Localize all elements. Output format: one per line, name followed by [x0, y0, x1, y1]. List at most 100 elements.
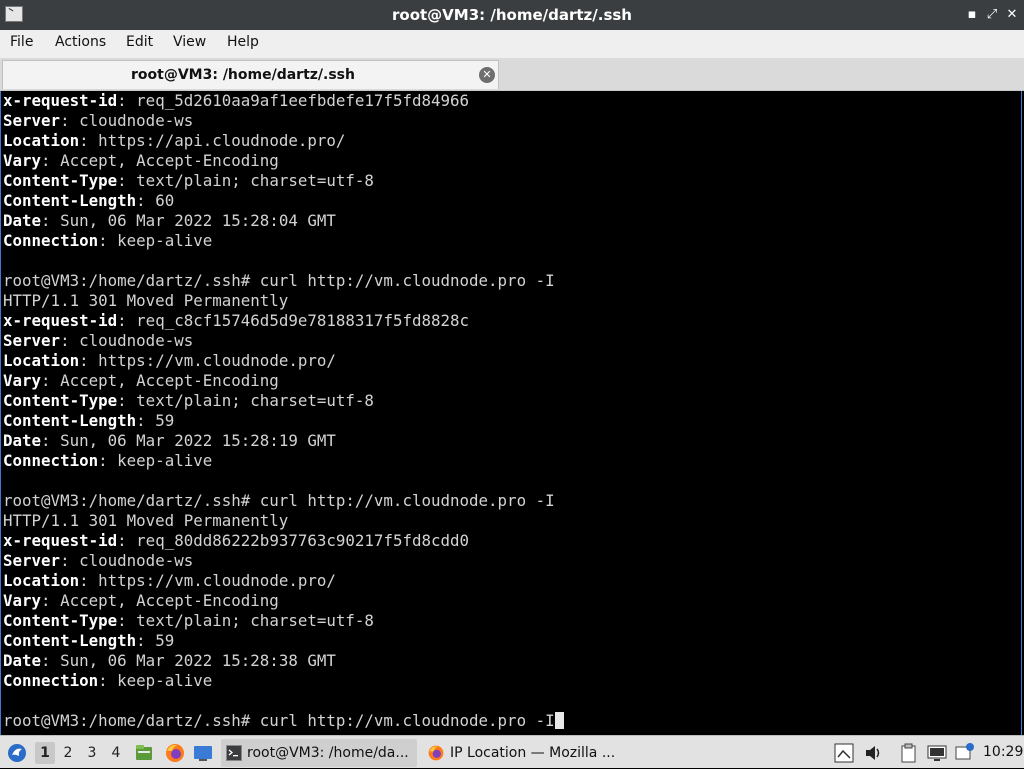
- workspace-2[interactable]: 2: [58, 742, 78, 764]
- terminal-line: Server: cloudnode-ws: [3, 551, 193, 571]
- maximize-button[interactable]: ⤢: [984, 7, 1000, 23]
- file-manager-icon[interactable]: [134, 743, 154, 763]
- terminal-line: Vary: Accept, Accept-Encoding: [3, 371, 279, 391]
- header-key: Connection: [3, 231, 99, 250]
- header-value: Sun, 06 Mar 2022 15:28:19 GMT: [60, 431, 336, 450]
- header-key: Content-Length: [3, 191, 137, 210]
- header-key: Vary: [3, 371, 42, 390]
- header-key: Vary: [3, 151, 42, 170]
- terminal-line: Location: https://vm.cloudnode.pro/: [3, 571, 336, 591]
- menu-bar: File Actions Edit View Help: [0, 30, 1024, 58]
- header-key: x-request-id: [3, 91, 118, 110]
- close-button[interactable]: ✕: [1004, 7, 1020, 23]
- header-separator: :: [117, 391, 137, 410]
- header-value: cloudnode-ws: [79, 111, 194, 130]
- header-value: 60: [155, 191, 175, 210]
- header-separator: :: [79, 131, 99, 150]
- terminal-line: x-request-id: req_80dd86222b937763c90217…: [3, 531, 469, 551]
- terminal-line: Vary: Accept, Accept-Encoding: [3, 591, 279, 611]
- tab-close-icon[interactable]: ✕: [479, 67, 495, 83]
- header-separator: :: [41, 651, 61, 670]
- header-separator: :: [41, 151, 61, 170]
- taskbar: 1 2 3 4 root@VM3: /home/da... IP Locatio…: [0, 735, 1024, 768]
- menu-view[interactable]: View: [173, 34, 206, 50]
- menu-actions[interactable]: Actions: [55, 34, 106, 50]
- terminal-line: Server: cloudnode-ws: [3, 111, 193, 131]
- header-separator: :: [117, 171, 137, 190]
- update-notifier-icon[interactable]: [955, 742, 975, 762]
- task-firefox[interactable]: IP Location — Mozilla ...: [422, 739, 622, 767]
- header-value: req_5d2610aa9af1eefbdefe17f5fd84966: [136, 91, 470, 110]
- start-menu-icon[interactable]: [6, 742, 28, 764]
- terminal-line: HTTP/1.1 301 Moved Permanently: [3, 511, 288, 531]
- volume-icon[interactable]: [863, 743, 883, 763]
- task-terminal[interactable]: root@VM3: /home/da...: [221, 739, 417, 767]
- header-value: req_c8cf15746d5d9e78188317f5fd8828c: [136, 311, 470, 330]
- header-key: Content-Type: [3, 171, 118, 190]
- header-key: Date: [3, 431, 42, 450]
- window-titlebar[interactable]: root@VM3: /home/dartz/.ssh ▪ ⤢ ✕: [0, 0, 1024, 30]
- workspace-3[interactable]: 3: [82, 742, 102, 764]
- terminal-line: Date: Sun, 06 Mar 2022 15:28:38 GMT: [3, 651, 336, 671]
- header-value: 59: [155, 631, 175, 650]
- header-key: Connection: [3, 451, 99, 470]
- line-text: HTTP/1.1 301 Moved Permanently: [3, 511, 289, 530]
- menu-help[interactable]: Help: [227, 34, 259, 50]
- header-value: cloudnode-ws: [79, 551, 194, 570]
- header-separator: :: [98, 451, 118, 470]
- header-key: Vary: [3, 591, 42, 610]
- terminal-line: Date: Sun, 06 Mar 2022 15:28:19 GMT: [3, 431, 336, 451]
- header-separator: :: [136, 631, 156, 650]
- task-firefox-label: IP Location — Mozilla ...: [450, 745, 616, 761]
- menu-edit[interactable]: Edit: [126, 34, 153, 50]
- header-value: keep-alive: [117, 671, 213, 690]
- header-value: https://api.cloudnode.pro/: [98, 131, 346, 150]
- clipboard-icon[interactable]: [899, 743, 919, 763]
- terminal-output[interactable]: x-request-id: req_5d2610aa9af1eefbdefe17…: [0, 91, 1022, 735]
- header-separator: :: [41, 371, 61, 390]
- header-key: x-request-id: [3, 311, 118, 330]
- header-separator: :: [117, 531, 137, 550]
- header-separator: :: [117, 311, 137, 330]
- header-separator: :: [41, 211, 61, 230]
- terminal-tab[interactable]: root@VM3: /home/dartz/.ssh ✕: [2, 60, 499, 89]
- header-value: keep-alive: [117, 231, 213, 250]
- terminal-line: Location: https://vm.cloudnode.pro/: [3, 351, 336, 371]
- terminal-line: Connection: keep-alive: [3, 451, 212, 471]
- network-icon[interactable]: [927, 743, 947, 763]
- firefox-launcher-icon[interactable]: [164, 742, 186, 764]
- header-value: keep-alive: [117, 451, 213, 470]
- header-separator: :: [136, 191, 156, 210]
- header-key: Location: [3, 131, 80, 150]
- header-key: Location: [3, 351, 80, 370]
- header-key: Content-Length: [3, 631, 137, 650]
- workspace-4[interactable]: 4: [106, 742, 126, 764]
- terminal-line: x-request-id: req_5d2610aa9af1eefbdefe17…: [3, 91, 469, 111]
- terminal-line: Content-Type: text/plain; charset=utf-8: [3, 611, 374, 631]
- header-value: Accept, Accept-Encoding: [60, 591, 279, 610]
- header-separator: :: [60, 111, 80, 130]
- terminal-line: Content-Length: 59: [3, 631, 174, 651]
- header-separator: :: [117, 611, 137, 630]
- header-separator: :: [117, 91, 137, 110]
- line-text: root@VM3:/home/dartz/.ssh# curl http://v…: [3, 491, 555, 510]
- header-value: cloudnode-ws: [79, 331, 194, 350]
- terminal-line: x-request-id: req_c8cf15746d5d9e78188317…: [3, 311, 469, 331]
- menu-file[interactable]: File: [10, 34, 33, 50]
- clock[interactable]: 10:29: [983, 736, 1023, 769]
- header-separator: :: [41, 431, 61, 450]
- terminal-icon: [226, 745, 242, 761]
- firefox-icon: [428, 745, 444, 761]
- terminal-line: Content-Length: 59: [3, 411, 174, 431]
- header-separator: :: [136, 411, 156, 430]
- header-separator: :: [41, 591, 61, 610]
- desktop-icon[interactable]: [193, 743, 213, 763]
- header-separator: :: [79, 351, 99, 370]
- header-separator: :: [98, 231, 118, 250]
- screenshot-icon[interactable]: [834, 743, 854, 763]
- minimize-button[interactable]: ▪: [964, 7, 980, 23]
- workspace-1[interactable]: 1: [35, 742, 55, 764]
- header-key: Date: [3, 211, 42, 230]
- tab-label: root@VM3: /home/dartz/.ssh: [131, 67, 355, 83]
- header-value: text/plain; charset=utf-8: [136, 171, 374, 190]
